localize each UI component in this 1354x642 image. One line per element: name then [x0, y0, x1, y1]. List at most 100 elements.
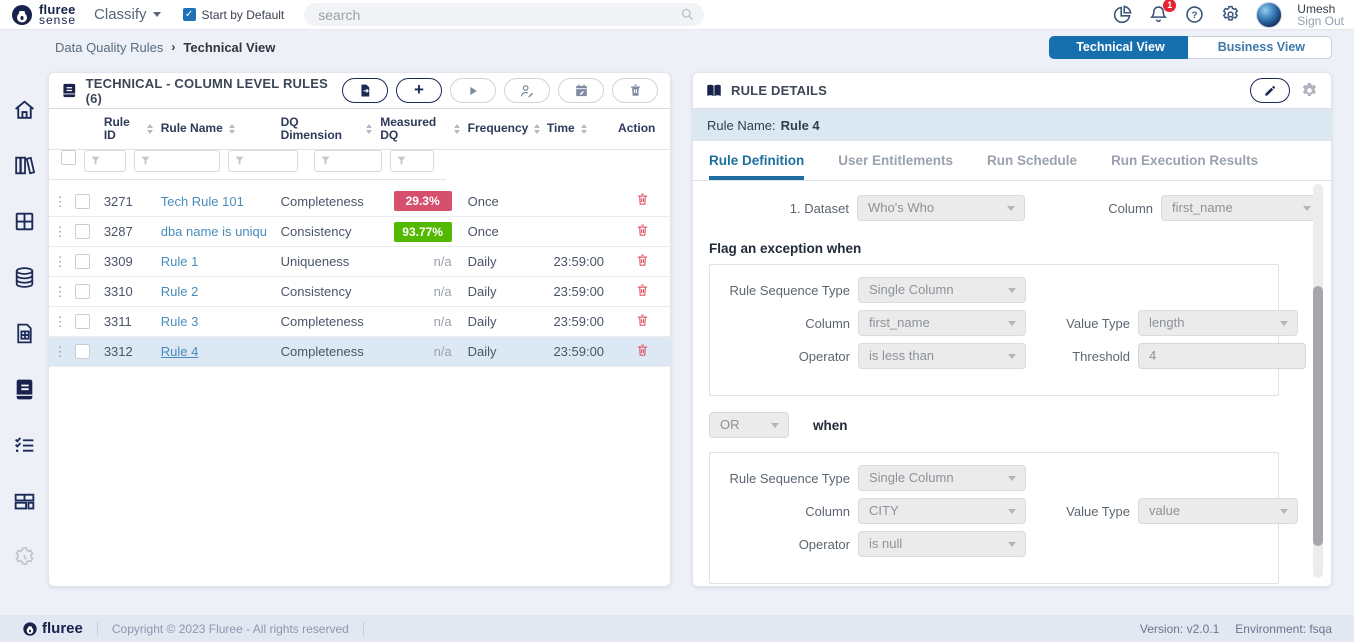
drag-handle-icon[interactable]: ⋮: [53, 197, 67, 206]
row-checkbox[interactable]: [75, 314, 90, 329]
column-select[interactable]: CITY: [858, 498, 1026, 524]
sort-icon[interactable]: [581, 124, 587, 134]
column-row: Column first_name Value Type length: [710, 310, 1278, 336]
table-row[interactable]: ⋮ 3311 Rule 3 Completeness n/a Daily 23:…: [49, 307, 670, 337]
select-all-checkbox[interactable]: [61, 150, 76, 165]
footer-copyright: Copyright © 2023 Fluree - All rights res…: [112, 622, 349, 636]
sign-out-link[interactable]: Sign Out: [1297, 15, 1344, 27]
row-checkbox[interactable]: [75, 194, 90, 209]
panel-settings-gear-icon[interactable]: [1300, 81, 1319, 100]
pie-chart-icon[interactable]: [1112, 4, 1133, 25]
delete-row-icon[interactable]: [635, 192, 650, 207]
table-row[interactable]: ⋮ 3310 Rule 2 Consistency n/a Daily 23:5…: [49, 277, 670, 307]
table-row-selected[interactable]: ⋮ 3312 Rule 4 Completeness n/a Daily 23:…: [49, 337, 670, 367]
filter-input-dq-dimension[interactable]: [228, 150, 298, 172]
value-type-select[interactable]: length: [1138, 310, 1298, 336]
cell-time: 23:59:00: [543, 277, 614, 307]
brand-logo[interactable]: fluree sense: [10, 3, 76, 27]
row-checkbox[interactable]: [75, 224, 90, 239]
rule-name-link[interactable]: Tech Rule 101: [161, 194, 273, 209]
table-row[interactable]: ⋮ 3287 dba name is uniqu Consistency 93.…: [49, 217, 670, 247]
scrollbar-thumb[interactable]: [1313, 286, 1323, 546]
rule-name-link[interactable]: Rule 1: [161, 254, 273, 269]
row-checkbox[interactable]: [75, 284, 90, 299]
table-row[interactable]: ⋮ 3271 Tech Rule 101 Completeness 29.3% …: [49, 187, 670, 217]
cell-frequency: Once: [464, 187, 543, 217]
dataset-select[interactable]: Who's Who: [857, 195, 1025, 221]
settings-clock-icon[interactable]: [12, 545, 37, 570]
sort-icon[interactable]: [147, 124, 153, 134]
table-header-row: Rule ID Rule Name DQ Dimension Measured …: [49, 109, 670, 149]
tab-rule-definition[interactable]: Rule Definition: [709, 141, 804, 180]
drag-handle-icon[interactable]: ⋮: [53, 317, 67, 326]
checklist-icon[interactable]: [12, 433, 37, 458]
sort-icon[interactable]: [534, 124, 540, 134]
value-type-select[interactable]: value: [1138, 498, 1298, 524]
column-row: Column CITY Value Type value: [710, 498, 1278, 524]
operator-select[interactable]: is null: [858, 531, 1026, 557]
database-icon[interactable]: [12, 265, 37, 290]
delete-row-icon[interactable]: [635, 253, 650, 268]
export-button[interactable]: [342, 78, 388, 103]
delete-rules-button[interactable]: [612, 78, 658, 103]
tab-user-entitlements[interactable]: User Entitlements: [838, 141, 953, 180]
bell-icon[interactable]: 1: [1148, 4, 1169, 25]
top-icon-group: 1 ? Umesh Sign Out: [1112, 2, 1344, 28]
column-select[interactable]: first_name: [858, 310, 1026, 336]
row-checkbox[interactable]: [75, 254, 90, 269]
delete-row-icon[interactable]: [635, 313, 650, 328]
table-row[interactable]: ⋮ 3309 Rule 1 Uniqueness n/a Daily 23:59…: [49, 247, 670, 277]
grid-icon[interactable]: [12, 209, 37, 234]
run-rule-button[interactable]: [450, 78, 496, 103]
filter-input-time[interactable]: [390, 150, 434, 172]
delete-row-icon[interactable]: [635, 283, 650, 298]
sort-icon[interactable]: [454, 124, 460, 134]
filter-input-rule-name[interactable]: [134, 150, 220, 172]
edit-rule-button[interactable]: [1250, 78, 1290, 103]
drag-handle-icon[interactable]: ⋮: [53, 227, 67, 236]
cell-rule-id: 3312: [100, 337, 157, 367]
bricks-icon[interactable]: [12, 489, 37, 514]
rule-name-label: Rule Name:: [707, 118, 776, 133]
rule-sequence-type-select[interactable]: Single Column: [858, 277, 1026, 303]
edit-schedule-button[interactable]: [558, 78, 604, 103]
tab-run-schedule[interactable]: Run Schedule: [987, 141, 1077, 180]
rule-name-link[interactable]: dba name is uniqu: [161, 224, 273, 239]
sort-icon[interactable]: [366, 124, 372, 134]
filter-input-rule-id[interactable]: [84, 150, 126, 172]
user-avatar[interactable]: [1256, 2, 1282, 28]
flag-exception-heading: Flag an exception when: [709, 241, 1291, 256]
rule-sequence-type-select[interactable]: Single Column: [858, 465, 1026, 491]
row-checkbox[interactable]: [75, 344, 90, 359]
technical-view-button[interactable]: Technical View: [1049, 36, 1191, 59]
report-file-icon[interactable]: [12, 321, 37, 346]
drag-handle-icon[interactable]: ⋮: [53, 257, 67, 266]
dataset-column-select[interactable]: first_name: [1161, 195, 1321, 221]
add-rule-button[interactable]: +: [396, 78, 442, 103]
drag-handle-icon[interactable]: ⋮: [53, 287, 67, 296]
plus-icon: +: [414, 81, 424, 98]
delete-row-icon[interactable]: [635, 343, 650, 358]
rule-name-link[interactable]: Rule 2: [161, 284, 273, 299]
assign-user-button[interactable]: [504, 78, 550, 103]
home-icon[interactable]: [12, 97, 37, 122]
tab-run-execution-results[interactable]: Run Execution Results: [1111, 141, 1258, 180]
rule-name-link[interactable]: Rule 4: [161, 344, 273, 359]
start-by-default-checkbox[interactable]: ✓: [183, 8, 196, 21]
breadcrumb-parent[interactable]: Data Quality Rules: [55, 40, 163, 55]
threshold-input[interactable]: 4: [1138, 343, 1306, 369]
library-icon[interactable]: [12, 153, 37, 178]
delete-row-icon[interactable]: [635, 223, 650, 238]
operator-select[interactable]: is less than: [858, 343, 1026, 369]
search-input[interactable]: [304, 3, 704, 26]
drag-handle-icon[interactable]: ⋮: [53, 347, 67, 356]
rules-book-icon[interactable]: [12, 377, 37, 402]
rule-name-link[interactable]: Rule 3: [161, 314, 273, 329]
help-icon[interactable]: ?: [1184, 4, 1205, 25]
connector-select[interactable]: OR: [709, 412, 789, 438]
filter-input-frequency[interactable]: [314, 150, 382, 172]
app-menu-classify[interactable]: Classify: [94, 6, 161, 23]
business-view-button[interactable]: Business View: [1188, 36, 1332, 59]
gear-icon[interactable]: [1220, 4, 1241, 25]
sort-icon[interactable]: [229, 124, 235, 134]
